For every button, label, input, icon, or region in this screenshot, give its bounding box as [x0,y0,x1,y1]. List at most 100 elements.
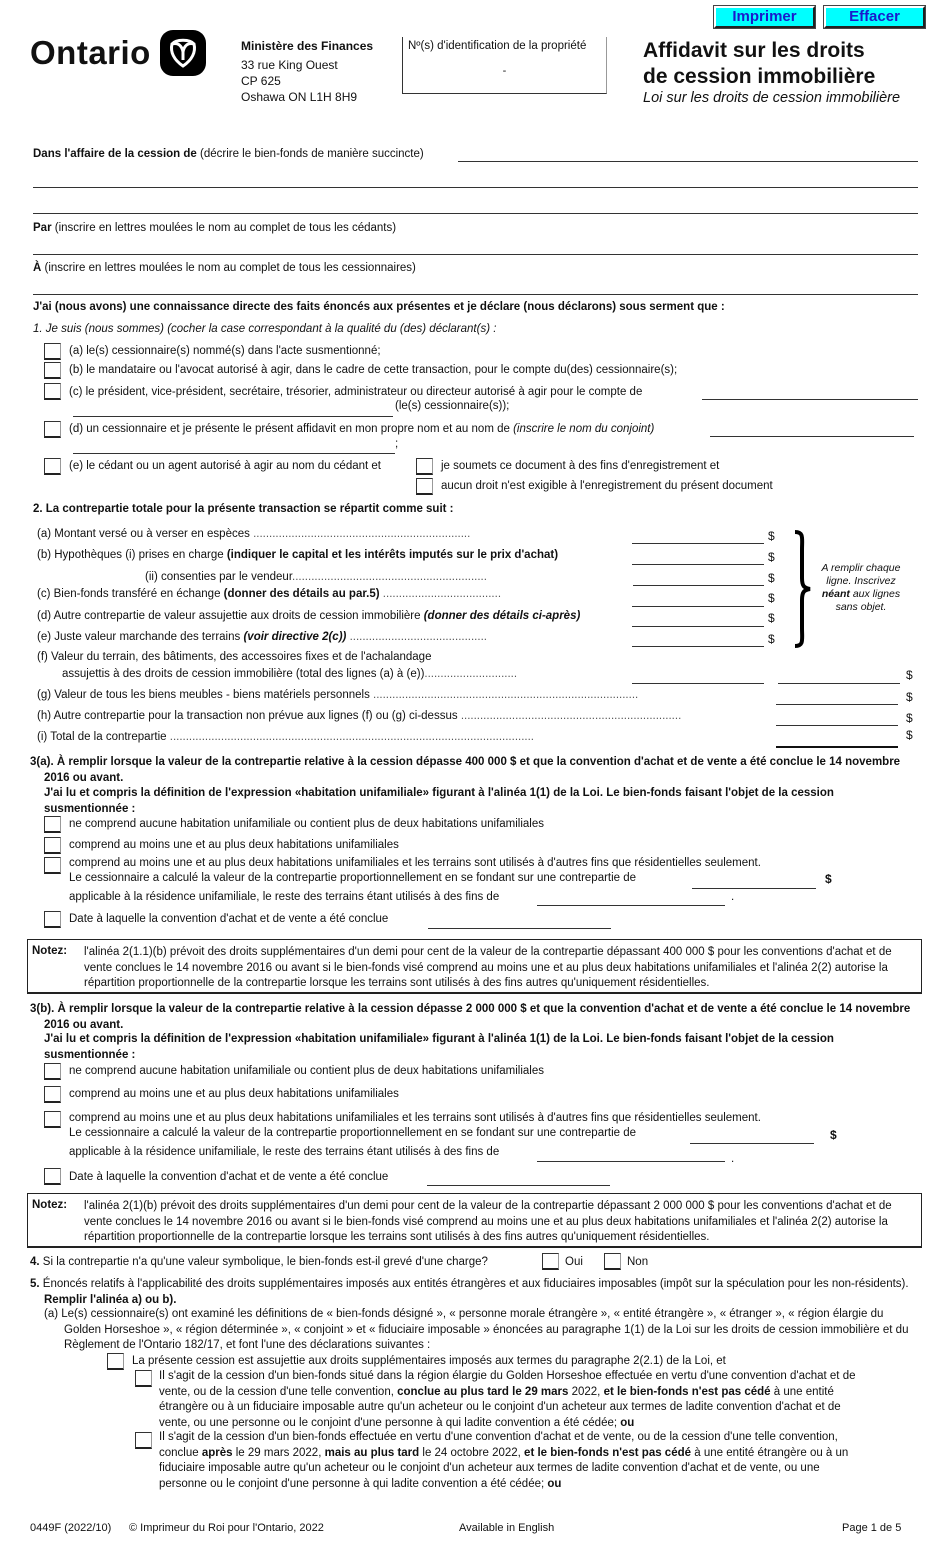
line-2c-label: (c) Bien-fonds transféré en échange (don… [37,587,501,601]
checkbox-1d[interactable] [44,421,61,438]
dollar-sign: $ [768,550,775,564]
checkbox-3a-opt2[interactable] [44,837,61,854]
checkbox-1e-registration[interactable] [416,458,433,475]
matter-field-line2[interactable] [33,187,918,188]
checkbox-3b-opt3[interactable] [44,1111,61,1128]
section5-subject-label: La présente cession est assujettie aux d… [132,1355,726,1367]
bold-text: ou [620,1416,635,1429]
checkbox-3a-opt3[interactable] [44,857,61,874]
checkbox-1e-no-tax[interactable] [416,478,433,495]
print-button[interactable]: Imprimer [713,5,816,29]
option-3b-3-line3: applicable à la résidence unifamiliale, … [69,1146,500,1158]
section3a-consideration-field[interactable] [692,888,816,889]
line-2f-subtotal-field[interactable] [632,683,764,684]
line-2e-bold: (voir directive 2(c)) [243,631,347,643]
property-id-label: Nº(s) d'identification de la propriété [408,40,587,52]
line-2i-field[interactable] [776,746,898,748]
option-1e-label: (e) le cédant ou un agent autorisé à agi… [69,460,381,472]
checkbox-3b-opt1[interactable] [44,1063,61,1080]
line-2a-text: (a) Montant versé ou à verser en espèces [37,528,254,540]
checkbox-5a-subject[interactable] [107,1353,124,1370]
checkbox-1a[interactable] [44,343,61,360]
leader-dots: ........................................… [169,731,534,743]
checkbox-1e[interactable] [44,458,61,475]
line-2a-label: (a) Montant versé ou à verser en espèces… [37,527,470,541]
matter-label: Dans l'affaire de la cession de (décrire… [33,147,424,161]
section3a-subheading: J'ai lu et compris la définition de l'ex… [44,787,834,815]
by-label-rest: (inscrire en lettres moulées le nom au c… [51,222,397,234]
brace-icon [794,530,811,648]
option-1d-italic: (inscrire le nom du conjoint) [513,423,655,435]
note-text: l'alinéa 2(1)(b) prévoit des droits supp… [84,1200,892,1243]
section3b-note: Notez: l'alinéa 2(1)(b) prévoit des droi… [27,1193,922,1248]
yes-label: Oui [565,1256,583,1268]
leader-dots: ........................................… [292,571,487,583]
matter-field[interactable] [458,161,918,162]
section3b-consideration-field[interactable] [690,1143,814,1144]
line-2f-label: (f) Valeur du terrain, des bâtiments, de… [37,651,432,663]
line-2g-field[interactable] [776,704,898,705]
checkbox-no[interactable] [604,1253,621,1270]
spouse-name-field-line2[interactable] [73,453,395,454]
line-2e-field[interactable] [632,646,764,647]
to-label-rest: (inscrire en lettres moulées le nom au c… [41,262,416,274]
line-2d-field[interactable] [632,626,764,627]
note-label: Notez: [32,945,68,957]
text: 2022, [568,1385,604,1398]
line-2e-text: (e) Juste valeur marchande des terrains [37,631,244,643]
line-2f-field[interactable] [778,683,900,684]
checkbox-1b[interactable] [44,362,61,379]
form-number: 0449F (2022/10) [30,1522,112,1534]
checkbox-3b-opt4[interactable] [44,1168,61,1185]
form-title: Affidavit sur les droits de cession immo… [643,38,875,90]
line-2b-ii-label: (ii) consenties par le vendeur..........… [145,570,487,584]
leader-dots: ............................. [424,668,518,680]
section3a-note: Notez: l'alinéa 2(1.1)(b) prévoit des dr… [27,939,922,994]
option-3a-2-label: comprend au moins une et au plus deux ha… [69,839,399,851]
checkbox-yes[interactable] [542,1253,559,1270]
section3b-other-use-field[interactable] [537,1161,725,1162]
option-1d-suffix: ; [395,438,399,450]
section3a-date-field[interactable] [428,928,611,929]
section3a-other-use-field[interactable] [537,905,725,906]
option-3a-4-label: Date à laquelle la convention d'achat et… [69,913,389,925]
option-3b-2-label: comprend au moins une et au plus deux ha… [69,1088,399,1100]
available-in-english-link[interactable]: Available in English [459,1521,554,1535]
line-2g-label: (g) Valeur de tous les biens meubles - b… [37,688,638,702]
side-note-text: A remplir chaque ligne. Inscrivez [821,562,901,587]
corporation-name-field-line2[interactable] [73,416,393,417]
checkbox-5a-opt2[interactable] [135,1432,152,1449]
line-2a-field[interactable] [632,543,764,544]
dollar-sign: $ [825,872,832,886]
no-label: Non [627,1256,649,1268]
section5-intro: 5. Énoncés relatifs à l'applicabilité de… [30,1277,915,1308]
line-2b-i-field[interactable] [632,564,764,565]
section4-question: 4. Si la contrepartie n'a qu'une valeur … [30,1255,488,1269]
transferors-field[interactable] [33,254,918,255]
form-title-line2: de cession immobilière [643,65,876,88]
line-2c-field[interactable] [632,606,764,607]
line-2f-text: assujettis à des droits de cession immob… [62,668,425,680]
checkbox-5a-opt1[interactable] [135,1370,152,1387]
section3b-date-field[interactable] [427,1185,610,1186]
transferees-field[interactable] [33,294,918,295]
corporation-name-field[interactable] [702,399,918,400]
line-2b-ii-field[interactable] [633,585,764,586]
dollar-sign: $ [906,690,913,704]
spouse-name-field[interactable] [710,436,914,437]
line-2h-field[interactable] [776,725,898,726]
checkbox-3a-opt4[interactable] [44,911,61,928]
bold-text: après [201,1446,233,1459]
clear-button[interactable]: Effacer [823,5,926,29]
leader-dots: ..................................... [379,588,502,600]
property-id-field[interactable]: - [403,65,606,77]
matter-field-line3[interactable] [33,213,918,214]
checkbox-3b-opt2[interactable] [44,1086,61,1103]
period: . [731,891,735,903]
side-note-bold: néant [821,588,850,600]
option-3a-3-line2: Le cessionnaire a calculé la valeur de l… [69,872,637,884]
checkbox-1c[interactable] [44,383,61,400]
to-label: À (inscrire en lettres moulées le nom au… [33,261,416,275]
line-2d-bold: (donner des détails ci-après) [423,610,581,622]
checkbox-3a-opt1[interactable] [44,816,61,833]
